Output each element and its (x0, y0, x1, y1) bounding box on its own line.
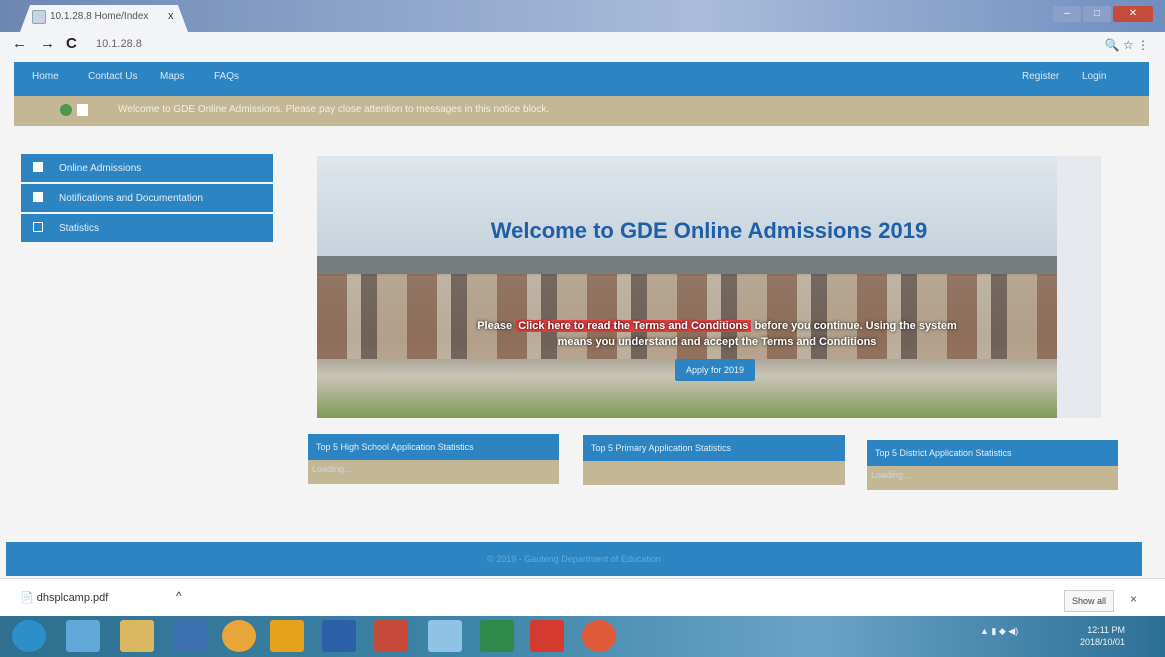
sidebar-item-notifications[interactable]: Notifications and Documentation (21, 184, 273, 212)
stats-box-header: Top 5 Primary Application Statistics (583, 435, 845, 461)
chrome-icon[interactable] (222, 620, 256, 652)
minimize-icon[interactable]: – (1053, 6, 1081, 22)
download-bar (0, 578, 1165, 617)
download-filename: dhsplcamp.pdf (36, 592, 109, 604)
tab-title[interactable]: 10.1.28.8 Home/Index (50, 11, 148, 22)
excel-icon[interactable] (480, 620, 514, 652)
terms-prefix: Please (477, 320, 513, 332)
stats-box-footer: Loading... (312, 464, 352, 474)
clock-date: 2018/10/01 (1080, 637, 1126, 647)
terms-notice: Please Click here to read the Terms and … (467, 318, 967, 350)
sidebar-item-label: Online Admissions (59, 163, 142, 174)
close-icon[interactable]: × (1130, 592, 1137, 606)
reload-icon[interactable]: C (66, 35, 77, 52)
footer-copyright: © 2019 - Gauteng Department of Education (487, 554, 661, 564)
back-icon[interactable]: ← (12, 35, 27, 52)
stats-box-header: Top 5 High School Application Statistics (308, 434, 559, 460)
hero-banner: Welcome to GDE Online Admissions 2019 Pl… (317, 156, 1101, 418)
stats-box-primary[interactable]: Top 5 Primary Application Statistics (583, 435, 845, 485)
acrobat-icon[interactable] (530, 620, 564, 652)
pause-icon[interactable] (77, 104, 88, 116)
sidebar-item-label: Statistics (59, 223, 100, 234)
stats-box-high-school[interactable]: Top 5 High School Application Statistics… (308, 434, 559, 484)
tab-close-icon[interactable]: x (168, 10, 174, 22)
address-bar (0, 32, 1165, 58)
stats-box-footer: Loading... (871, 470, 911, 480)
sidebar-item-statistics[interactable]: Statistics (21, 214, 273, 242)
powerpoint-icon[interactable] (374, 620, 408, 652)
sidebar-item-label: Notifications and Documentation (59, 193, 203, 204)
chrome-active-icon[interactable] (582, 620, 616, 652)
apply-button[interactable]: Apply for 2019 (675, 359, 755, 381)
clock-time: 12:11 PM (1087, 625, 1126, 635)
close-icon[interactable]: ✕ (1113, 6, 1153, 22)
stats-box-title: Top 5 High School Application Statistics (316, 442, 474, 452)
word-icon[interactable] (322, 620, 356, 652)
stats-box-title: Top 5 District Application Statistics (875, 448, 1012, 458)
nav-maps[interactable]: Maps (160, 71, 184, 82)
hero-side-panel (1057, 156, 1101, 418)
system-tray[interactable]: ▲ ▮ ◆ ◀) (980, 626, 1018, 637)
forward-icon[interactable]: → (40, 35, 55, 52)
site-footer: © 2019 - Gauteng Department of Education (6, 542, 1142, 576)
nav-faqs[interactable]: FAQs (214, 71, 239, 82)
media-icon[interactable] (174, 620, 208, 652)
pdf-file-icon: 📄 (20, 592, 34, 604)
chevron-up-icon[interactable]: ^ (176, 589, 182, 603)
download-item[interactable]: 📄 dhsplcamp.pdf (20, 591, 108, 604)
nav-register[interactable]: Register (1022, 71, 1059, 82)
home-icon (33, 162, 43, 172)
stats-box-title: Top 5 Primary Application Statistics (591, 443, 732, 453)
show-all-button[interactable]: Show all (1064, 590, 1114, 612)
maximize-icon[interactable]: □ (1083, 6, 1111, 22)
start-icon[interactable] (12, 620, 46, 652)
stats-box-district[interactable]: Top 5 District Application Statistics Lo… (867, 440, 1118, 490)
taskbar-clock[interactable]: 12:11 PM 2018/10/01 (1080, 624, 1125, 648)
app-icon[interactable] (428, 620, 462, 652)
window-controls: – □ ✕ (1051, 6, 1153, 22)
nav-contact-us[interactable]: Contact Us (88, 71, 137, 82)
url-field[interactable]: 10.1.28.8 (96, 38, 142, 50)
hero-title: Welcome to GDE Online Admissions 2019 (490, 218, 928, 243)
zoom-star-menu-icon[interactable]: 🔍 ☆ ⋮ (1105, 38, 1149, 52)
terms-link[interactable]: Click here to read the Terms and Conditi… (515, 320, 752, 332)
sidebar-item-online-admissions[interactable]: Online Admissions (21, 154, 273, 182)
nav-login[interactable]: Login (1082, 71, 1106, 82)
document-icon (33, 192, 43, 202)
chart-icon (33, 222, 43, 232)
hero-photo-roof (317, 256, 1101, 276)
ie-icon[interactable] (66, 620, 100, 652)
notice-text: Welcome to GDE Online Admissions. Please… (118, 104, 550, 115)
page-icon (32, 10, 46, 24)
nav-home[interactable]: Home (32, 71, 59, 82)
stats-box-header: Top 5 District Application Statistics (867, 440, 1118, 466)
file-explorer-icon[interactable] (120, 620, 154, 652)
refresh-icon[interactable] (60, 104, 72, 116)
outlook-icon[interactable] (270, 620, 304, 652)
